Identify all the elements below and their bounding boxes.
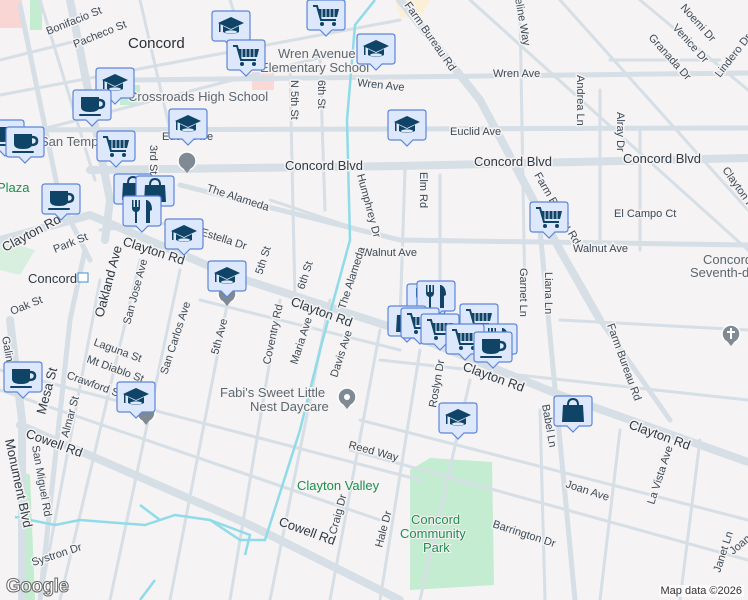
map-label: Park	[423, 540, 450, 555]
map-label: Walnut Ave	[362, 247, 417, 259]
map-label: Wren Avenue	[278, 46, 356, 61]
map-label: San Jose Ave	[121, 258, 150, 326]
map-label: Clayton Rd	[720, 165, 748, 216]
map-label: Coventry Rd	[261, 303, 285, 365]
map-label: Oak St	[9, 294, 45, 318]
map-label: Walnut Ave	[573, 243, 628, 255]
map-label: Wren Ave	[493, 68, 540, 80]
map-label: 3rd St	[147, 145, 159, 174]
map-canvas[interactable]: Concord Bonifacio St Pacheco St 3rd St N…	[0, 0, 748, 600]
transit-station-icon	[77, 272, 89, 283]
cafe-marker[interactable]	[5, 126, 45, 164]
map-label: Wren Ave	[357, 77, 405, 94]
map-label: Systron Dr	[30, 541, 83, 569]
map-label: Farm Bureau Rd	[604, 322, 643, 403]
map-label: Liana Ln	[542, 272, 554, 314]
school-marker[interactable]	[387, 109, 427, 147]
map-label: Alray Dr	[614, 112, 626, 152]
map-label: Concord Blvd	[623, 151, 701, 166]
map-label: The Alameda	[205, 182, 271, 214]
map-label: Clayton Rd	[627, 417, 693, 453]
wren-ave-road	[127, 70, 748, 83]
station-label: Concord	[28, 271, 77, 286]
map-attribution[interactable]: Map data ©2026	[658, 585, 744, 597]
map-label: Fabi's Sweet Little	[220, 385, 325, 400]
map-label: 5th St	[253, 245, 273, 276]
grocery-marker[interactable]	[226, 39, 266, 77]
map-label: Concord	[411, 512, 460, 527]
cafe-marker[interactable]	[72, 89, 112, 127]
map-label: San Temp	[40, 134, 98, 149]
church-poi-icon[interactable]	[721, 324, 741, 347]
school-marker[interactable]	[207, 260, 247, 298]
map-label: 5th Ave	[209, 317, 230, 355]
map-label: Davis Ave	[328, 329, 354, 379]
google-logo[interactable]: Google	[5, 576, 69, 598]
map-label: N 5th St	[288, 80, 300, 120]
grocery-marker[interactable]	[529, 201, 569, 239]
map-label: Farm Bureau Rd	[402, 0, 458, 73]
map-label: San Carlos Ave	[158, 300, 193, 376]
euclid-ave-road	[0, 125, 748, 133]
map-label: Community	[400, 526, 466, 541]
school-marker[interactable]	[438, 402, 478, 440]
map-label: Euclid Ave	[450, 126, 501, 138]
map-label: Concord Blvd	[474, 154, 552, 169]
map-label: Elm Rd	[417, 172, 429, 208]
place-labels: Wren Avenue Elementary School Crossroads…	[0, 45, 748, 557]
location-pin-icon[interactable]	[337, 387, 357, 410]
map-label: Plaza	[0, 180, 30, 195]
city-label: Concord	[128, 35, 185, 52]
map-label: Barrington Dr	[491, 518, 557, 550]
map-label: 6th St	[315, 80, 327, 109]
map-label: Elementary School	[260, 60, 369, 75]
map-label: Jacqueline Way	[507, 0, 532, 47]
map-label: The Alameda	[336, 245, 368, 311]
map-label: San Miguel Rd	[29, 444, 53, 517]
map-label: Concord Blvd	[285, 158, 363, 173]
map-label: El Campo Ct	[614, 208, 676, 220]
map-label: Clayton Valley	[297, 478, 380, 493]
map-label: 6th St	[295, 260, 315, 291]
map-label: Oakland Ave	[91, 244, 125, 319]
map-label: Seventh-d	[690, 265, 748, 280]
map-label: Nest Daycare	[250, 399, 329, 414]
map-label: Crossroads High School	[128, 89, 268, 104]
map-label: Andrea Ln	[574, 75, 586, 126]
school-marker[interactable]	[356, 33, 396, 71]
map-label: Estella Dr	[199, 226, 248, 252]
map-label: Garnet Ln	[517, 268, 529, 317]
